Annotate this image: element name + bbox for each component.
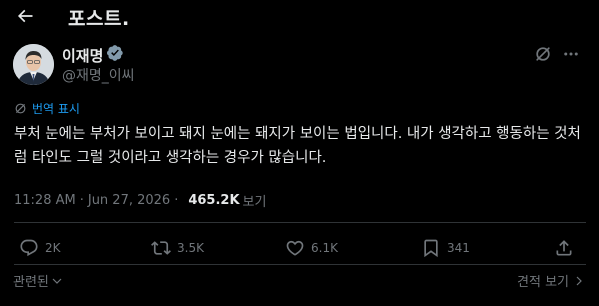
meta-separator: · bbox=[174, 193, 179, 208]
grok-icon bbox=[536, 47, 550, 61]
top-bar: 포스트. bbox=[0, 0, 599, 36]
verified-badge-icon bbox=[106, 45, 123, 61]
share-button[interactable] bbox=[554, 238, 574, 258]
avatar[interactable] bbox=[13, 44, 54, 85]
share-icon bbox=[556, 240, 572, 256]
views-count[interactable]: 465.2K bbox=[188, 193, 239, 208]
chevron-right-icon bbox=[576, 276, 582, 285]
related-label: 관련된 bbox=[13, 275, 49, 290]
translate-link[interactable]: 번역 표시 bbox=[14, 100, 80, 117]
grok-button[interactable] bbox=[533, 44, 553, 64]
repost-count: 3.5K bbox=[177, 241, 204, 255]
back-button[interactable] bbox=[12, 4, 38, 28]
reply-button[interactable]: 2K bbox=[19, 238, 61, 258]
post-date[interactable]: Jun 27, 2026 bbox=[88, 193, 170, 208]
reply-icon bbox=[20, 239, 38, 257]
meta-separator: · bbox=[79, 193, 84, 208]
post-meta: 11:28 AM · Jun 27, 2026 · 465.2K 보기 bbox=[14, 191, 266, 210]
divider bbox=[14, 222, 586, 223]
chevron-down-icon bbox=[52, 278, 62, 284]
translate-label: 번역 표시 bbox=[32, 102, 80, 116]
author-handle[interactable]: @재명_이씨 bbox=[62, 65, 135, 85]
bookmark-icon bbox=[424, 239, 438, 258]
bookmark-button[interactable]: 341 bbox=[421, 238, 470, 258]
view-quotes-label: 견적 보기 bbox=[517, 275, 569, 290]
author-name[interactable]: 이재명 bbox=[62, 45, 103, 66]
more-horizontal-icon bbox=[564, 52, 578, 56]
repost-icon bbox=[151, 241, 171, 255]
views-label: 보기 bbox=[242, 195, 267, 210]
page-title: 포스트. bbox=[68, 8, 130, 30]
like-button[interactable]: 6.1K bbox=[285, 238, 338, 258]
divider bbox=[14, 264, 586, 265]
post-text: 부처 눈에는 부처가 보이고 돼지 눈에는 돼지가 보이는 법입니다. 내가 생… bbox=[14, 126, 581, 166]
heart-icon bbox=[286, 240, 304, 256]
more-options-button[interactable] bbox=[561, 44, 581, 64]
post-time[interactable]: 11:28 AM bbox=[14, 193, 76, 208]
translate-icon bbox=[15, 103, 26, 114]
arrow-left-icon bbox=[17, 9, 33, 23]
avatar-portrait-icon bbox=[13, 44, 54, 85]
view-quotes-link[interactable]: 견적 보기 bbox=[517, 271, 585, 290]
related-dropdown[interactable]: 관련된 bbox=[13, 271, 63, 290]
repost-button[interactable]: 3.5K bbox=[151, 238, 204, 258]
bookmark-count: 341 bbox=[447, 241, 470, 255]
like-count: 6.1K bbox=[311, 241, 338, 255]
reply-count: 2K bbox=[45, 241, 61, 255]
